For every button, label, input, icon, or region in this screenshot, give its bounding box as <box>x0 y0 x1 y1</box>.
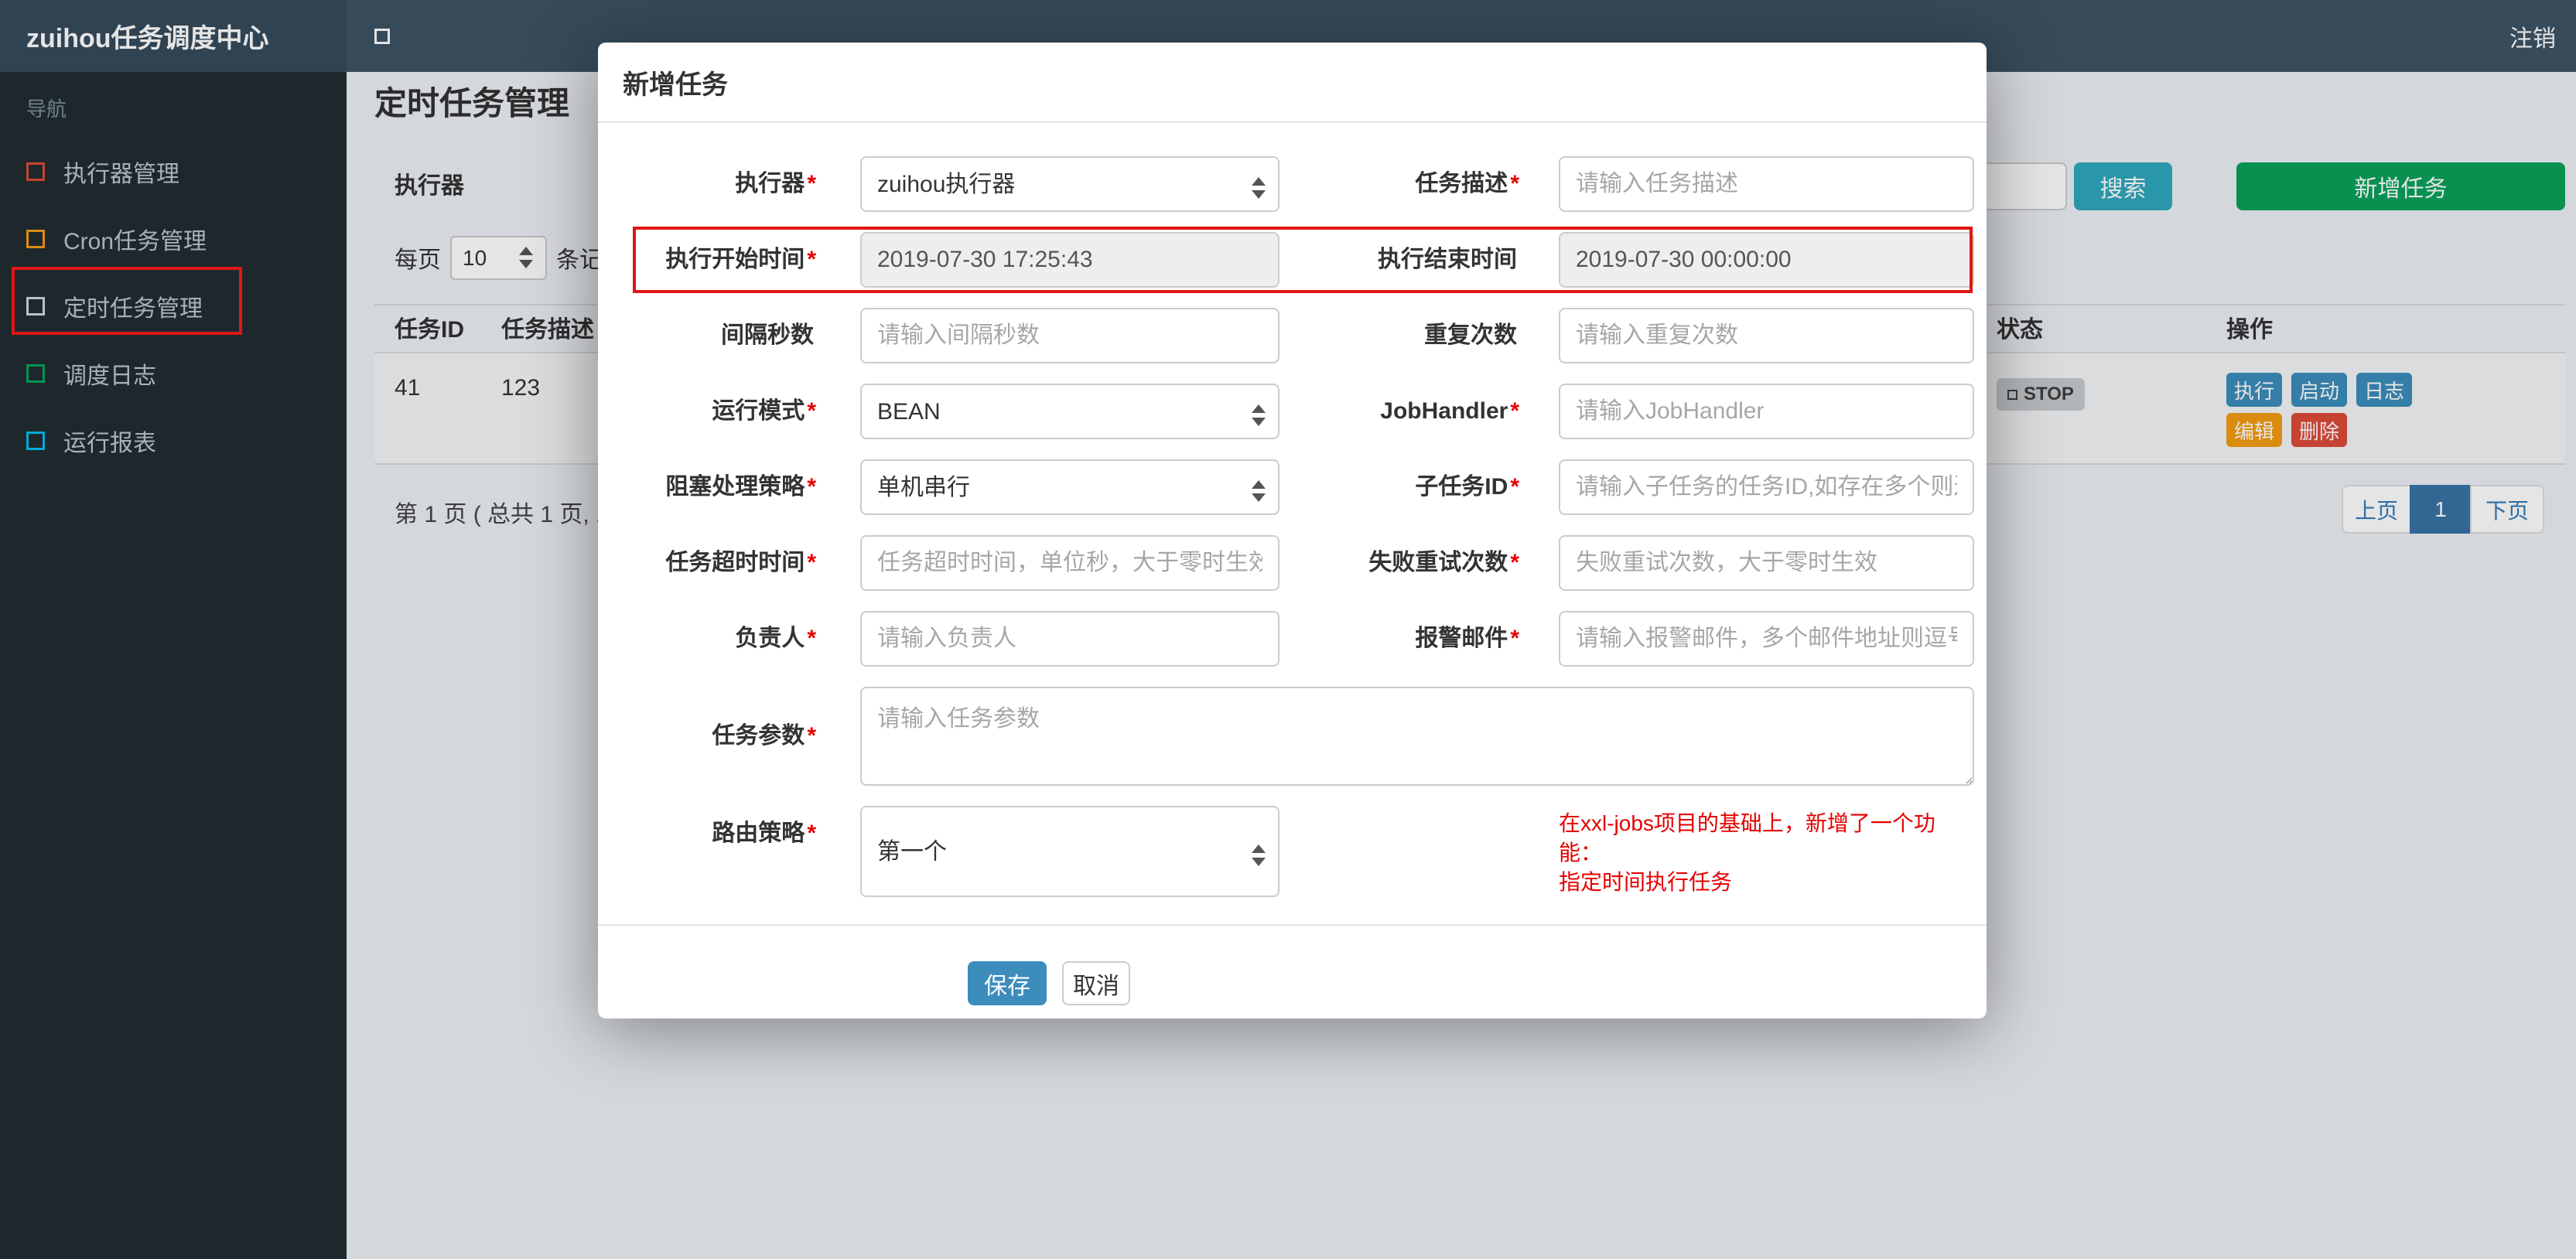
label-text: 路由策略 <box>712 821 805 846</box>
child-job-input[interactable] <box>1559 459 1974 515</box>
owner-input[interactable] <box>860 611 1279 667</box>
jobhandler-input[interactable] <box>1559 384 1974 439</box>
modal-footer: 保存 取消 <box>598 924 1987 1005</box>
repeat-input[interactable] <box>1559 308 1974 363</box>
jobhandler-label: JobHandler * <box>1279 384 1519 439</box>
label-text: 执行结束时间 <box>1378 247 1517 272</box>
start-time-label: 执行开始时间 * <box>610 232 816 288</box>
label-text: 间隔秒数 <box>721 322 814 348</box>
required-asterisk: * <box>807 723 816 749</box>
label-text: 报警邮件 <box>1415 626 1508 651</box>
timeout-label: 任务超时时间 * <box>610 535 816 591</box>
timeout-input[interactable] <box>860 535 1279 591</box>
interval-label: 间隔秒数 <box>610 308 816 363</box>
required-asterisk: * <box>1510 474 1519 500</box>
required-asterisk: * <box>1510 398 1519 424</box>
job-params-label: 任务参数 * <box>610 687 816 786</box>
retry-input[interactable] <box>1559 535 1974 591</box>
required-asterisk: * <box>1510 550 1519 575</box>
child-job-label: 子任务ID * <box>1279 459 1519 515</box>
job-params-textarea[interactable] <box>860 687 1974 786</box>
route-strategy-select[interactable]: 第一个 <box>860 806 1279 897</box>
required-asterisk: * <box>807 821 816 846</box>
alarm-email-label: 报警邮件 * <box>1279 611 1519 667</box>
modal-header: 新增任务 <box>598 43 1987 123</box>
label-text: 任务超时时间 <box>665 550 805 575</box>
executor-select[interactable]: zuihou执行器 <box>860 156 1279 212</box>
feature-note-line-2: 指定时间执行任务 <box>1559 870 1733 894</box>
modal-title: 新增任务 <box>623 70 728 100</box>
feature-note: 在xxl-jobs项目的基础上，新增了一个功能： 指定时间执行任务 <box>1559 806 1974 897</box>
required-asterisk: * <box>807 398 816 424</box>
retry-label: 失败重试次数 * <box>1279 535 1519 591</box>
label-text: 失败重试次数 <box>1368 550 1508 575</box>
cancel-button[interactable]: 取消 <box>1062 961 1130 1005</box>
label-text: JobHandler <box>1380 398 1508 424</box>
label-text: 运行模式 <box>712 398 805 424</box>
app-root: zuihou任务调度中心 注销 导航 执行器管理 Cron任务管理 定时任务管理… <box>0 0 2576 1259</box>
run-mode-label: 运行模式 * <box>610 384 816 439</box>
required-asterisk: * <box>807 626 816 651</box>
block-strategy-select[interactable]: 单机串行 <box>860 459 1279 515</box>
label-text: 任务描述 <box>1415 171 1508 196</box>
block-strategy-label: 阻塞处理策略 * <box>610 459 816 515</box>
label-text: 重复次数 <box>1424 322 1517 348</box>
modal-body: 执行器* zuihou执行器 任务描述* 执行开始时间* <box>598 123 1987 897</box>
alarm-email-input[interactable] <box>1559 611 1974 667</box>
required-asterisk: * <box>1510 626 1519 651</box>
label-text: 负责人 <box>735 626 805 651</box>
job-desc-label: 任务描述 * <box>1279 156 1519 212</box>
run-mode-select[interactable]: BEAN <box>860 384 1279 439</box>
add-task-modal: 新增任务 执行器 * zuihou执行器 任务描述 * 请输入任务描述 执行开始… <box>598 43 1987 1018</box>
required-asterisk: * <box>807 247 816 272</box>
save-button[interactable]: 保存 <box>968 961 1047 1005</box>
executor-label: 执行器 * <box>610 156 816 212</box>
route-strategy-label: 路由策略 * <box>610 806 816 897</box>
owner-label: 负责人 * <box>610 611 816 667</box>
repeat-label: 重复次数 <box>1279 308 1519 363</box>
label-text: 阻塞处理策略 <box>665 474 805 500</box>
required-asterisk: * <box>807 474 816 500</box>
required-asterisk: * <box>807 550 816 575</box>
label-text: 执行开始时间 <box>665 247 805 272</box>
start-time-input[interactable] <box>860 232 1279 288</box>
label-text: 子任务ID <box>1415 474 1508 500</box>
label-text: 任务参数 <box>712 723 805 749</box>
end-time-input[interactable] <box>1559 232 1974 288</box>
required-asterisk: * <box>807 171 816 196</box>
interval-input[interactable] <box>860 308 1279 363</box>
label-text: 执行器 <box>735 171 805 196</box>
feature-note-line-1: 在xxl-jobs项目的基础上，新增了一个功能： <box>1559 811 1935 865</box>
end-time-label: 执行结束时间 <box>1279 232 1519 288</box>
job-desc-input[interactable] <box>1559 156 1974 212</box>
required-asterisk: * <box>1510 171 1519 196</box>
